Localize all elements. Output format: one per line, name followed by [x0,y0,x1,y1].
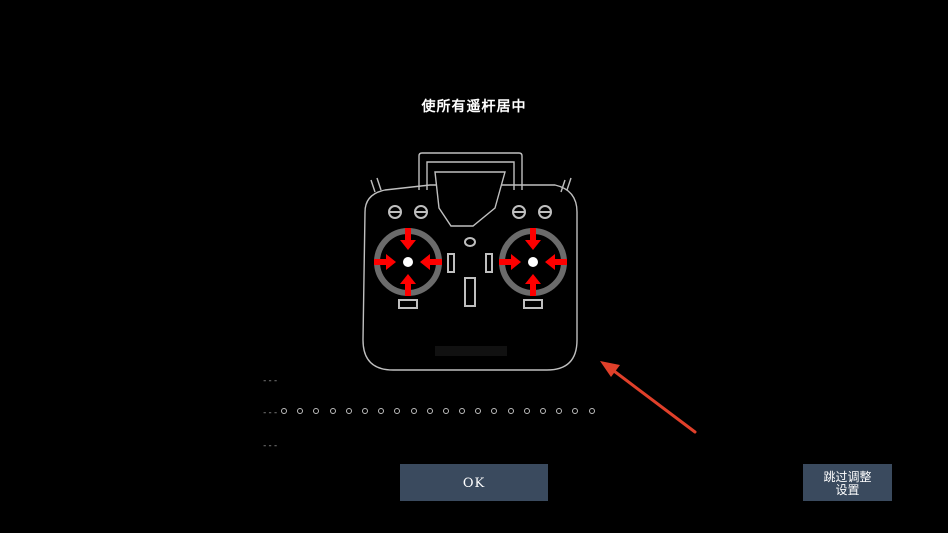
skip-settings-button[interactable]: 跳过调整 设置 [803,464,892,501]
progress-dot [313,408,320,414]
right-stick [499,228,567,309]
progress-dot [523,408,530,414]
rc-transmitter-icon [362,152,578,371]
channel-row-middle-label: --- [262,408,279,418]
progress-dot [426,408,433,414]
progress-dot [297,408,304,414]
skip-button-line2: 设置 [835,483,860,497]
progress-dot [475,408,482,414]
page-title: 使所有遥杆居中 [421,99,527,115]
progress-dot [410,408,417,414]
progress-dot [281,408,287,414]
progress-dot [361,408,368,414]
progress-dot [491,408,498,414]
progress-dot [442,408,449,414]
progress-dot [540,408,546,414]
channel-row-top-label: --- [262,376,279,386]
progress-dot [329,408,336,414]
pointer-arrow-icon [600,361,697,434]
progress-dot [378,408,385,414]
calibration-screen: 使所有遥杆居中 --- --- --- OK 跳过调整 设置 [0,0,948,533]
progress-dots [281,408,595,414]
left-stick [374,228,442,309]
progress-dot [394,408,401,414]
channel-row-bottom-label: --- [262,441,279,451]
progress-dot [556,408,563,414]
progress-dot [588,408,595,414]
progress-dot [345,408,352,414]
ok-button[interactable]: OK [400,464,548,501]
progress-dot [507,408,514,414]
progress-dot [572,408,579,414]
progress-dot [459,408,466,414]
